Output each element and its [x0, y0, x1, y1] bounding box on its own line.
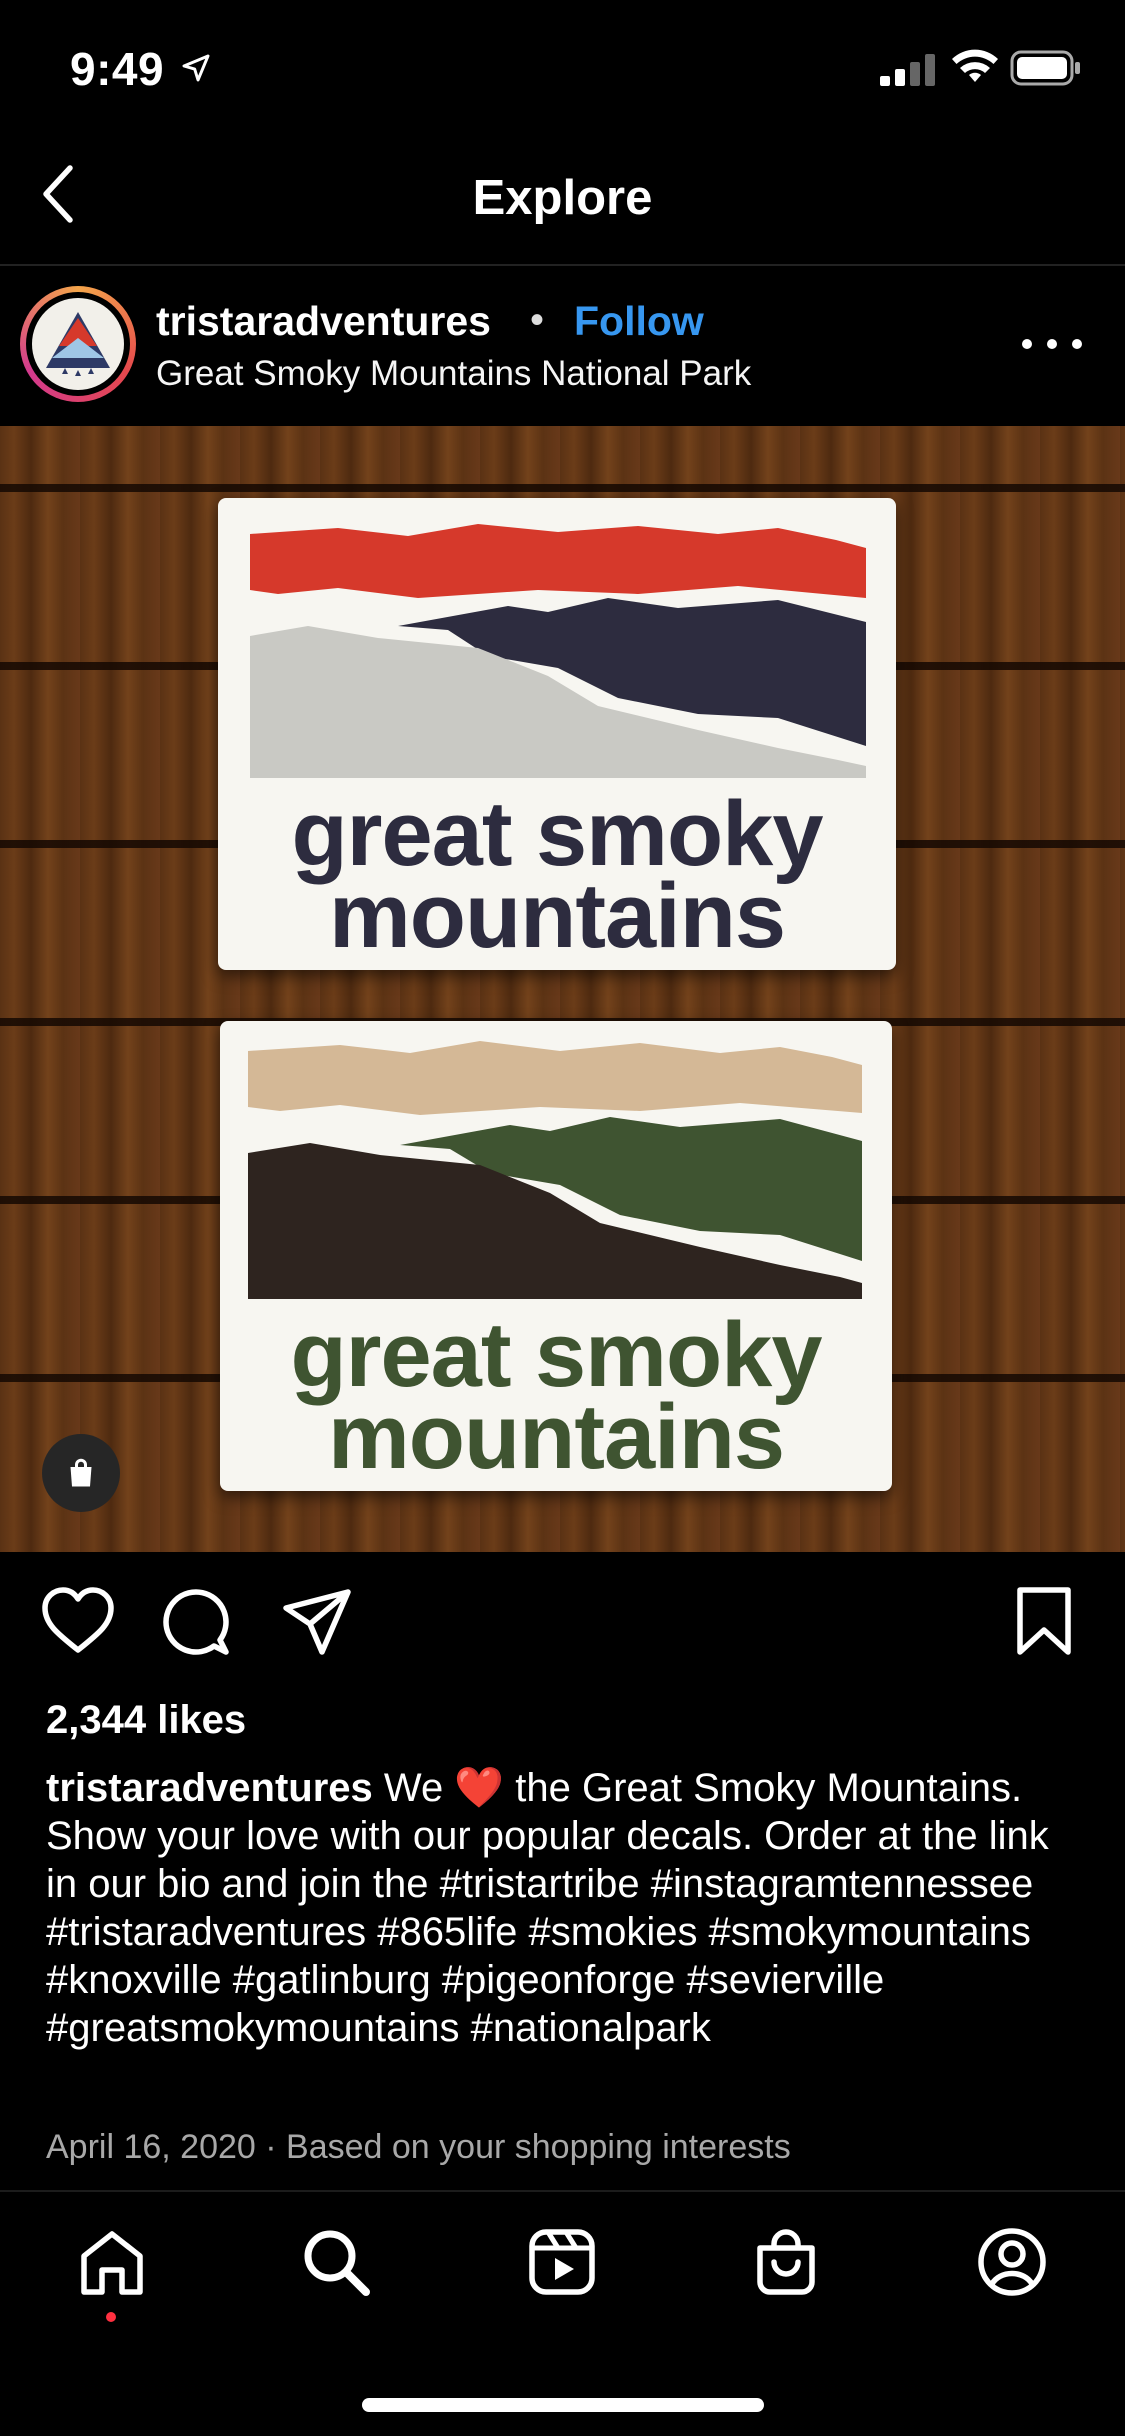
header-divider	[0, 264, 1125, 266]
send-icon[interactable]	[282, 1588, 354, 1656]
caption-text-start: We	[372, 1766, 455, 1810]
decal-red: great smoky mountains	[218, 498, 896, 970]
bookmark-icon[interactable]	[1014, 1586, 1074, 1658]
comment-icon[interactable]	[160, 1586, 232, 1658]
post-meta: April 16, 2020 · Based on your shopping …	[46, 2128, 791, 2167]
home-icon	[81, 2231, 143, 2295]
search-icon	[304, 2230, 370, 2296]
profile-icon	[978, 2228, 1046, 2296]
caption-username[interactable]: tristaradventures	[46, 1766, 373, 1810]
cellular-signal-icon	[880, 54, 935, 86]
mountain-graphic-bottom	[248, 1041, 862, 1299]
avatar[interactable]	[32, 298, 124, 390]
recommendation-reason: Based on your shopping interests	[286, 2128, 791, 2166]
mountain-graphic-top	[250, 524, 866, 778]
decal-bottom-line2: mountains	[327, 1386, 785, 1488]
tab-shop[interactable]	[746, 2222, 826, 2302]
decal-green: great smoky mountains	[220, 1021, 892, 1491]
home-indicator[interactable]	[362, 2398, 764, 2412]
location-arrow-icon	[182, 54, 210, 82]
more-options-button[interactable]	[1022, 324, 1082, 364]
post-image[interactable]: great smoky mountains great smoky mounta…	[0, 426, 1125, 1552]
decal-top-line2: mountains	[328, 865, 786, 967]
heart-emoji-icon: ❤️	[454, 1766, 505, 1810]
more-icon	[1022, 339, 1032, 349]
wifi-icon	[952, 49, 998, 82]
tab-search[interactable]	[296, 2222, 376, 2302]
shopping-tag-button[interactable]	[42, 1434, 120, 1512]
shopping-bag-icon	[70, 1458, 92, 1487]
username-separator: •	[530, 298, 545, 342]
tristar-logo-icon	[46, 312, 110, 376]
tab-profile[interactable]	[972, 2222, 1052, 2302]
post-caption: tristaradventures We ❤️ the Great Smoky …	[46, 1764, 1086, 2052]
more-icon-dot	[1047, 339, 1057, 349]
post-location[interactable]: Great Smoky Mountains National Park	[156, 354, 751, 394]
follow-button[interactable]: Follow	[574, 298, 704, 345]
like-count[interactable]: 2,344 likes	[46, 1698, 246, 1743]
post-username[interactable]: tristaradventures	[156, 298, 491, 345]
home-notification-dot	[106, 2312, 116, 2322]
tab-reels[interactable]	[522, 2222, 602, 2302]
reels-icon	[529, 2229, 595, 2295]
heart-icon[interactable]	[40, 1586, 116, 1656]
tab-home[interactable]	[72, 2222, 152, 2302]
tabbar-divider	[0, 2190, 1125, 2192]
more-icon-dot	[1072, 339, 1082, 349]
battery-icon	[1010, 50, 1080, 86]
post-date: April 16, 2020	[46, 2128, 256, 2166]
meta-separator: ·	[265, 2128, 277, 2166]
status-time: 9:49	[70, 43, 165, 95]
shop-icon	[757, 2229, 815, 2295]
page-title: Explore	[472, 171, 653, 225]
